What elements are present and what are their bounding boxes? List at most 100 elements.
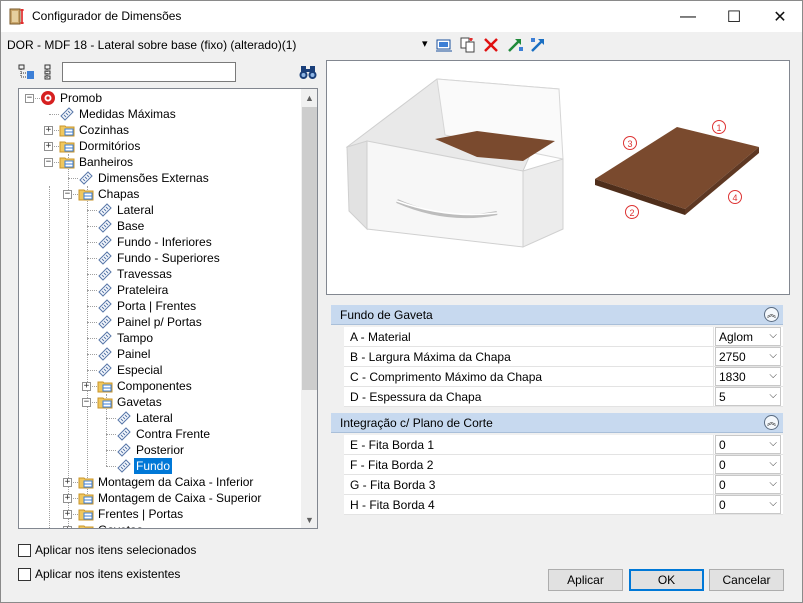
tree-node[interactable]: + Gavetas: [19, 522, 299, 528]
tree-node[interactable]: Contra Frente: [19, 426, 299, 442]
collapse-icon[interactable]: ︽: [764, 307, 779, 322]
tree-node[interactable]: Fundo: [19, 458, 299, 474]
tree-node[interactable]: Posterior: [19, 442, 299, 458]
maximize-button[interactable]: ☐: [711, 1, 757, 32]
property-label: G - Fita Borda 3: [350, 478, 436, 492]
dimension-tree[interactable]: ▲ ▼ − Promob Medidas Máximas + Cozinhas + Dorm…: [18, 88, 318, 529]
chevron-down-icon[interactable]: ⌵: [769, 498, 777, 509]
chevron-down-icon[interactable]: ⌵: [769, 390, 777, 401]
tree-node[interactable]: Travessas: [19, 266, 299, 282]
property-value-combo[interactable]: 5 ⌵: [715, 387, 781, 406]
property-value-combo[interactable]: 1830 ⌵: [715, 367, 781, 386]
collapse-icon[interactable]: −: [44, 158, 53, 167]
scroll-down-button[interactable]: ▼: [301, 511, 317, 528]
tree-node[interactable]: Medidas Máximas: [19, 106, 299, 122]
property-label: C - Comprimento Máximo da Chapa: [350, 370, 543, 384]
tree-node[interactable]: + Montagem da Caixa - Inferior: [19, 474, 299, 490]
expand-icon[interactable]: +: [44, 142, 53, 151]
tree-node[interactable]: + Cozinhas: [19, 122, 299, 138]
tree-node[interactable]: − Chapas: [19, 186, 299, 202]
apply-selected-checkbox[interactable]: [18, 544, 31, 557]
collapse-icon[interactable]: −: [25, 94, 34, 103]
property-value: 5: [719, 390, 726, 404]
ok-button[interactable]: OK: [629, 569, 704, 591]
cancel-button[interactable]: Cancelar: [709, 569, 784, 591]
property-value-combo[interactable]: Aglom ⌵: [715, 327, 781, 346]
binoculars-icon[interactable]: [299, 63, 317, 81]
expand-icon[interactable]: +: [63, 478, 72, 487]
chevron-down-icon[interactable]: ⌵: [769, 330, 777, 341]
collapse-icon[interactable]: −: [82, 398, 91, 407]
tree-node[interactable]: Painel p/ Portas: [19, 314, 299, 330]
collapse-icon[interactable]: −: [63, 190, 72, 199]
copy-icon[interactable]: [459, 36, 477, 54]
tree-node[interactable]: + Frentes | Portas: [19, 506, 299, 522]
promob-logo-icon: [41, 91, 55, 105]
tree-node[interactable]: Dimensões Externas: [19, 170, 299, 186]
expand-icon[interactable]: +: [63, 494, 72, 503]
tree-node[interactable]: Fundo - Superiores: [19, 250, 299, 266]
expand-icon[interactable]: +: [44, 126, 53, 135]
section-header-fundo-gaveta[interactable]: Fundo de Gaveta ︽: [331, 305, 783, 325]
property-row: H - Fita Borda 4 0 ⌵: [331, 495, 783, 515]
row-gutter: [331, 435, 344, 455]
chevron-down-icon[interactable]: ⌵: [769, 478, 777, 489]
tree-collapse-icon[interactable]: [40, 63, 58, 81]
close-button[interactable]: ✕: [757, 1, 803, 32]
tree-node-label: Dimensões Externas: [98, 171, 209, 185]
marker-4: 4: [728, 190, 742, 204]
tree-node[interactable]: Painel: [19, 346, 299, 362]
import-icon[interactable]: [506, 36, 524, 54]
tree-node-label: Banheiros: [79, 155, 134, 169]
tree-node[interactable]: + Dormitórios: [19, 138, 299, 154]
delete-icon[interactable]: [482, 36, 500, 54]
export-icon[interactable]: [529, 36, 547, 54]
property-value-combo[interactable]: 0 ⌵: [715, 495, 781, 514]
column-divider: [713, 347, 714, 367]
property-value-combo[interactable]: 0 ⌵: [715, 435, 781, 454]
tree-node[interactable]: − Banheiros: [19, 154, 299, 170]
dimension-tag-icon: [98, 219, 112, 233]
tree-node[interactable]: Prateleira: [19, 282, 299, 298]
tree-node[interactable]: + Componentes: [19, 378, 299, 394]
svg-text:4: 4: [732, 193, 737, 203]
tree-expand-icon[interactable]: [18, 63, 36, 81]
tree-node-label: Componentes: [117, 379, 192, 393]
tree-node[interactable]: Especial: [19, 362, 299, 378]
tree-node[interactable]: − Gavetas: [19, 394, 299, 410]
scroll-thumb[interactable]: [302, 107, 317, 390]
tree-node[interactable]: Lateral: [19, 202, 299, 218]
property-label: D - Espessura da Chapa: [350, 390, 482, 404]
property-value-combo[interactable]: 2750 ⌵: [715, 347, 781, 366]
search-input[interactable]: [62, 62, 236, 82]
tree-node[interactable]: + Montagem de Caixa - Superior: [19, 490, 299, 506]
section-header-integracao-plano-corte[interactable]: Integração c/ Plano de Corte ︽: [331, 413, 783, 433]
tree-node-label: Medidas Máximas: [79, 107, 176, 121]
tree-node[interactable]: Base: [19, 218, 299, 234]
apply-existing-checkbox[interactable]: [18, 568, 31, 581]
chevron-down-icon[interactable]: ⌵: [769, 458, 777, 469]
minimize-button[interactable]: —: [665, 1, 711, 32]
tree-node[interactable]: Tampo: [19, 330, 299, 346]
collapse-icon[interactable]: ︽: [764, 415, 779, 430]
property-value-combo[interactable]: 0 ⌵: [715, 455, 781, 474]
scroll-up-icon: ▲: [305, 92, 314, 103]
expand-icon[interactable]: +: [63, 526, 72, 528]
expand-icon[interactable]: +: [82, 382, 91, 391]
expand-icon[interactable]: +: [63, 510, 72, 519]
tree-node[interactable]: Porta | Frentes: [19, 298, 299, 314]
tree-node[interactable]: Lateral: [19, 410, 299, 426]
scroll-up-button[interactable]: ▲: [301, 89, 317, 106]
tree-node[interactable]: Fundo - Inferiores: [19, 234, 299, 250]
property-value-combo[interactable]: 0 ⌵: [715, 475, 781, 494]
chevron-down-icon[interactable]: ⌵: [769, 370, 777, 381]
tree-node-label: Base: [117, 219, 145, 233]
folder-icon: [78, 189, 94, 201]
apply-button[interactable]: Aplicar: [548, 569, 623, 591]
chevron-down-icon[interactable]: ⌵: [769, 438, 777, 449]
path-dropdown-icon[interactable]: ▾: [422, 37, 428, 50]
chevron-down-icon[interactable]: ⌵: [769, 350, 777, 361]
tree-node[interactable]: − Promob: [19, 90, 299, 106]
select-dimension-icon[interactable]: [435, 36, 453, 54]
tree-scrollbar[interactable]: ▲ ▼: [301, 89, 317, 528]
